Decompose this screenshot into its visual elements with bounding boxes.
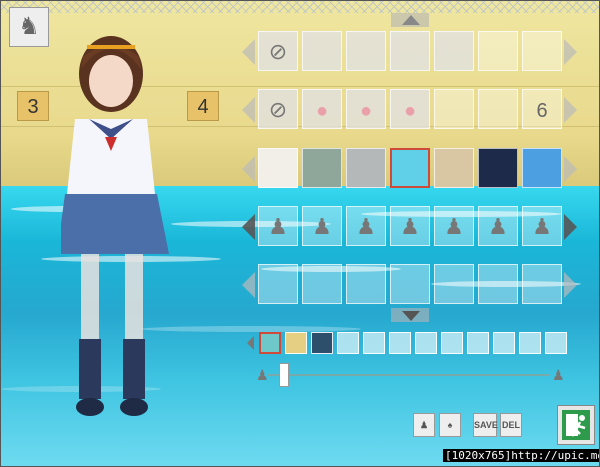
saved-thumbnails	[247, 332, 587, 356]
option-cell[interactable]: ●	[390, 89, 430, 129]
thumbnail-selected[interactable]	[259, 332, 281, 354]
figure-small-icon: ♟	[552, 367, 565, 383]
scroll-up-button[interactable]	[391, 13, 429, 27]
none-cell[interactable]: ⊘	[258, 89, 298, 129]
option-cell[interactable]	[390, 264, 430, 304]
scroll-down-button[interactable]	[391, 308, 429, 322]
none-cell[interactable]: ⊘	[258, 31, 298, 71]
position-tag: 6	[536, 100, 548, 122]
pose-cell[interactable]: ♟	[346, 206, 386, 246]
thumbs-prev-arrow[interactable]	[247, 336, 254, 350]
person-swap-icon: ♟	[419, 420, 429, 430]
thumbnail[interactable]	[545, 332, 567, 354]
option-cell[interactable]	[346, 264, 386, 304]
option-cell[interactable]	[434, 31, 474, 71]
next-arrow[interactable]	[564, 156, 577, 182]
bg-cell[interactable]	[258, 148, 298, 188]
bg-cell[interactable]	[302, 148, 342, 188]
fence	[1, 1, 599, 13]
next-arrow[interactable]	[564, 214, 577, 240]
pose-cell[interactable]: ♟	[258, 206, 298, 246]
thumbnail[interactable]	[493, 332, 515, 354]
option-cell[interactable]: 6	[522, 89, 562, 129]
thumbnail[interactable]	[519, 332, 541, 354]
background-row	[242, 148, 582, 190]
option-cell[interactable]	[434, 264, 474, 304]
bg-cell[interactable]	[478, 148, 518, 188]
thumbnail[interactable]	[467, 332, 489, 354]
game-screen: ♞ 3 4 ⊘ ⊘ ● ● ● 6 ♟ ♟ ♟ ♟ ♟ ♟ ♟ ♟ ♟ ♟ ♠ …	[0, 0, 600, 467]
pose-cell[interactable]: ♟	[478, 206, 518, 246]
position-tag: 4	[187, 91, 219, 121]
option-cell[interactable]	[522, 31, 562, 71]
option-cell[interactable]	[390, 31, 430, 71]
prev-arrow[interactable]	[242, 214, 255, 240]
prev-arrow[interactable]	[242, 156, 255, 182]
next-arrow[interactable]	[564, 39, 577, 65]
thumbnail[interactable]	[363, 332, 385, 354]
mouth-icon: ●	[359, 100, 373, 122]
character-figure	[61, 36, 169, 416]
option-cell[interactable]	[478, 31, 518, 71]
delete-button[interactable]: DEL	[500, 413, 522, 437]
mouth-icon: ●	[315, 100, 329, 122]
position-tag: 3	[17, 91, 49, 121]
mouth-row: ⊘ ● ● ● 6	[242, 89, 582, 131]
pose-swap-button[interactable]: ♟	[413, 413, 435, 437]
pose-row: ♟ ♟ ♟ ♟ ♟ ♟ ♟	[242, 206, 582, 248]
option-cell[interactable]: ●	[346, 89, 386, 129]
option-cell[interactable]	[522, 264, 562, 304]
extra-row	[242, 264, 582, 306]
bg-cell[interactable]	[522, 148, 562, 188]
thumbnail[interactable]	[415, 332, 437, 354]
thumbnail[interactable]	[389, 332, 411, 354]
slider-knob[interactable]	[278, 363, 289, 387]
pose-cell[interactable]: ♟	[390, 206, 430, 246]
option-cell[interactable]	[434, 89, 474, 129]
prev-arrow[interactable]	[242, 97, 255, 123]
thumbnail[interactable]	[285, 332, 307, 354]
option-cell[interactable]: ●	[302, 89, 342, 129]
exit-icon	[562, 410, 590, 440]
source-credit: [1020x765]http://upic.me/	[443, 449, 599, 462]
option-cell[interactable]	[346, 31, 386, 71]
slider-track	[268, 374, 550, 376]
bg-cell-selected[interactable]	[390, 148, 430, 188]
thumbnail[interactable]	[441, 332, 463, 354]
pose-cell[interactable]: ♟	[302, 206, 342, 246]
option-cell[interactable]	[302, 264, 342, 304]
pose-cell[interactable]: ♟	[434, 206, 474, 246]
option-cell[interactable]	[478, 89, 518, 129]
option-cell[interactable]	[258, 264, 298, 304]
no-icon: ⊘	[268, 97, 288, 122]
expression-row: ⊘	[242, 31, 582, 73]
timeline-slider[interactable]: ♟ ♟	[256, 363, 565, 387]
thumbnail[interactable]	[311, 332, 333, 354]
next-arrow[interactable]	[564, 97, 577, 123]
bg-cell[interactable]	[346, 148, 386, 188]
bg-cell[interactable]	[434, 148, 474, 188]
pose-cell[interactable]: ♟	[522, 206, 562, 246]
exit-button[interactable]	[557, 405, 595, 445]
prev-arrow[interactable]	[242, 272, 255, 298]
thumbnail[interactable]	[337, 332, 359, 354]
person-icon: ♞	[18, 13, 40, 40]
option-cell[interactable]	[302, 31, 342, 71]
mouth-icon: ●	[403, 100, 417, 122]
no-icon: ⊘	[268, 39, 288, 64]
prev-arrow[interactable]	[242, 39, 255, 65]
next-arrow[interactable]	[564, 272, 577, 298]
outfit-button[interactable]: ♠	[439, 413, 461, 437]
figure-small-icon: ♟	[256, 367, 269, 383]
outfit-swap-icon: ♠	[447, 420, 453, 430]
save-button[interactable]: SAVE	[473, 413, 498, 437]
pose-toggle-button[interactable]: ♞	[9, 7, 49, 47]
option-cell[interactable]	[478, 264, 518, 304]
